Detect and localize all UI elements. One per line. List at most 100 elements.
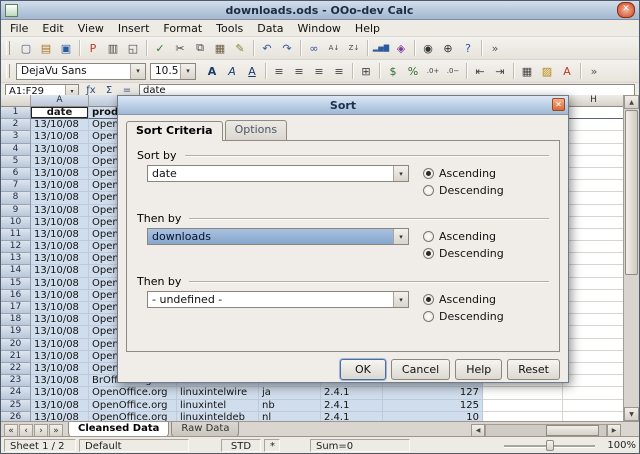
- ascending-radio[interactable]: Ascending: [423, 165, 504, 182]
- open-icon[interactable]: ▤: [36, 39, 56, 58]
- cell[interactable]: 13/10/08: [31, 290, 89, 302]
- sort-by-combobox[interactable]: date ▾: [147, 165, 409, 182]
- menu-window[interactable]: Window: [291, 21, 348, 36]
- toolbar-overflow-icon[interactable]: »: [485, 39, 505, 58]
- font-size-combobox[interactable]: 10.5 ▾: [150, 63, 196, 80]
- borders-icon[interactable]: ▦: [517, 62, 537, 81]
- horizontal-scrollbar-thumb[interactable]: [546, 425, 599, 436]
- menu-edit[interactable]: Edit: [35, 21, 70, 36]
- cell[interactable]: [563, 217, 625, 229]
- scroll-down-icon[interactable]: ▼: [624, 407, 639, 421]
- row-header-20[interactable]: 20: [1, 339, 31, 351]
- cell[interactable]: 10: [383, 412, 483, 421]
- cell[interactable]: [563, 229, 625, 241]
- cell[interactable]: [563, 241, 625, 253]
- cell[interactable]: [563, 107, 625, 119]
- zoom-slider[interactable]: [502, 439, 597, 452]
- row-header-16[interactable]: 16: [1, 290, 31, 302]
- row-header-14[interactable]: 14: [1, 265, 31, 277]
- cell[interactable]: 13/10/08: [31, 229, 89, 241]
- menu-data[interactable]: Data: [250, 21, 290, 36]
- align-justified-icon[interactable]: ≡: [329, 62, 349, 81]
- row-header-7[interactable]: 7: [1, 180, 31, 192]
- cell[interactable]: [563, 375, 625, 387]
- cell[interactable]: OpenOffice.org: [89, 400, 177, 412]
- menu-format[interactable]: Format: [156, 21, 209, 36]
- decrease-indent-icon[interactable]: ⇤: [470, 62, 490, 81]
- row-header-11[interactable]: 11: [1, 229, 31, 241]
- cell[interactable]: 13/10/08: [31, 387, 89, 399]
- cell[interactable]: [563, 302, 625, 314]
- then-by-combobox-1[interactable]: downloads ▾: [147, 228, 409, 245]
- then-by-combobox-2[interactable]: - undefined - ▾: [147, 291, 409, 308]
- row-header-19[interactable]: 19: [1, 326, 31, 338]
- format-paintbrush-icon[interactable]: ✎: [230, 39, 250, 58]
- row-header-12[interactable]: 12: [1, 241, 31, 253]
- redo-icon[interactable]: ↷: [277, 39, 297, 58]
- cell[interactable]: [563, 180, 625, 192]
- cell[interactable]: 13/10/08: [31, 192, 89, 204]
- cell[interactable]: [563, 205, 625, 217]
- paste-icon[interactable]: ▦: [210, 39, 230, 58]
- cell[interactable]: [563, 339, 625, 351]
- zoom-icon[interactable]: ⊕: [438, 39, 458, 58]
- chevron-down-icon[interactable]: ▾: [180, 64, 195, 79]
- cell[interactable]: 125: [383, 400, 483, 412]
- new-document-icon[interactable]: ▢: [16, 39, 36, 58]
- cell[interactable]: 13/10/08: [31, 180, 89, 192]
- align-right-icon[interactable]: ≡: [309, 62, 329, 81]
- row-header-24[interactable]: 24: [1, 387, 31, 399]
- underline-icon[interactable]: A: [242, 62, 262, 81]
- delete-decimal-icon[interactable]: .0−: [443, 62, 463, 81]
- currency-format-icon[interactable]: $: [383, 62, 403, 81]
- cell[interactable]: nl: [259, 412, 321, 421]
- vertical-scrollbar[interactable]: ▲ ▼: [623, 95, 639, 421]
- tab-sort-criteria[interactable]: Sort Criteria: [126, 121, 223, 141]
- copy-icon[interactable]: ⧉: [190, 39, 210, 58]
- cell[interactable]: [483, 412, 563, 421]
- titlebar[interactable]: downloads.ods - OOo-dev Calc ✕: [1, 1, 639, 20]
- cell[interactable]: [563, 412, 625, 421]
- cell[interactable]: 13/10/08: [31, 131, 89, 143]
- increase-indent-icon[interactable]: ⇥: [490, 62, 510, 81]
- add-decimal-icon[interactable]: .0+: [423, 62, 443, 81]
- cell[interactable]: 13/10/08: [31, 412, 89, 421]
- row-header-5[interactable]: 5: [1, 156, 31, 168]
- cell[interactable]: [563, 363, 625, 375]
- row-header-17[interactable]: 17: [1, 302, 31, 314]
- sheet-indicator[interactable]: Sheet 1 / 2: [4, 439, 76, 452]
- dialog-titlebar[interactable]: Sort ✕: [118, 96, 568, 115]
- row-header-9[interactable]: 9: [1, 205, 31, 217]
- descending-radio[interactable]: Descending: [423, 182, 504, 199]
- menu-view[interactable]: View: [71, 21, 111, 36]
- cell[interactable]: [483, 387, 563, 399]
- find-replace-icon[interactable]: ◉: [418, 39, 438, 58]
- chevron-down-icon[interactable]: ▾: [130, 64, 145, 79]
- cell[interactable]: OpenOffice.org: [89, 387, 177, 399]
- merge-cells-icon[interactable]: ⊞: [356, 62, 376, 81]
- cell[interactable]: [483, 400, 563, 412]
- cell[interactable]: OpenOffice.org: [89, 412, 177, 421]
- page-style-indicator[interactable]: Default: [79, 439, 189, 452]
- cell[interactable]: linuxinteldeb: [177, 412, 259, 421]
- cell[interactable]: 13/10/08: [31, 326, 89, 338]
- selection-mode-indicator[interactable]: STD: [221, 439, 261, 452]
- row-header-25[interactable]: 25: [1, 400, 31, 412]
- font-name-combobox[interactable]: DejaVu Sans ▾: [16, 63, 146, 80]
- cell[interactable]: [563, 314, 625, 326]
- cell[interactable]: [563, 265, 625, 277]
- row-header-6[interactable]: 6: [1, 168, 31, 180]
- menu-insert[interactable]: Insert: [111, 21, 157, 36]
- last-sheet-icon[interactable]: »: [49, 424, 63, 437]
- tab-options[interactable]: Options: [225, 120, 287, 140]
- next-sheet-icon[interactable]: ›: [34, 424, 48, 437]
- row-header-18[interactable]: 18: [1, 314, 31, 326]
- column-header-A[interactable]: A: [31, 95, 89, 107]
- horizontal-scrollbar-track[interactable]: [485, 424, 607, 437]
- row-header-1[interactable]: 1: [1, 107, 31, 119]
- chevron-down-icon[interactable]: ▾: [393, 292, 408, 307]
- percent-format-icon[interactable]: %: [403, 62, 423, 81]
- menu-help[interactable]: Help: [348, 21, 387, 36]
- cell[interactable]: 13/10/08: [31, 265, 89, 277]
- scroll-up-icon[interactable]: ▲: [624, 95, 639, 109]
